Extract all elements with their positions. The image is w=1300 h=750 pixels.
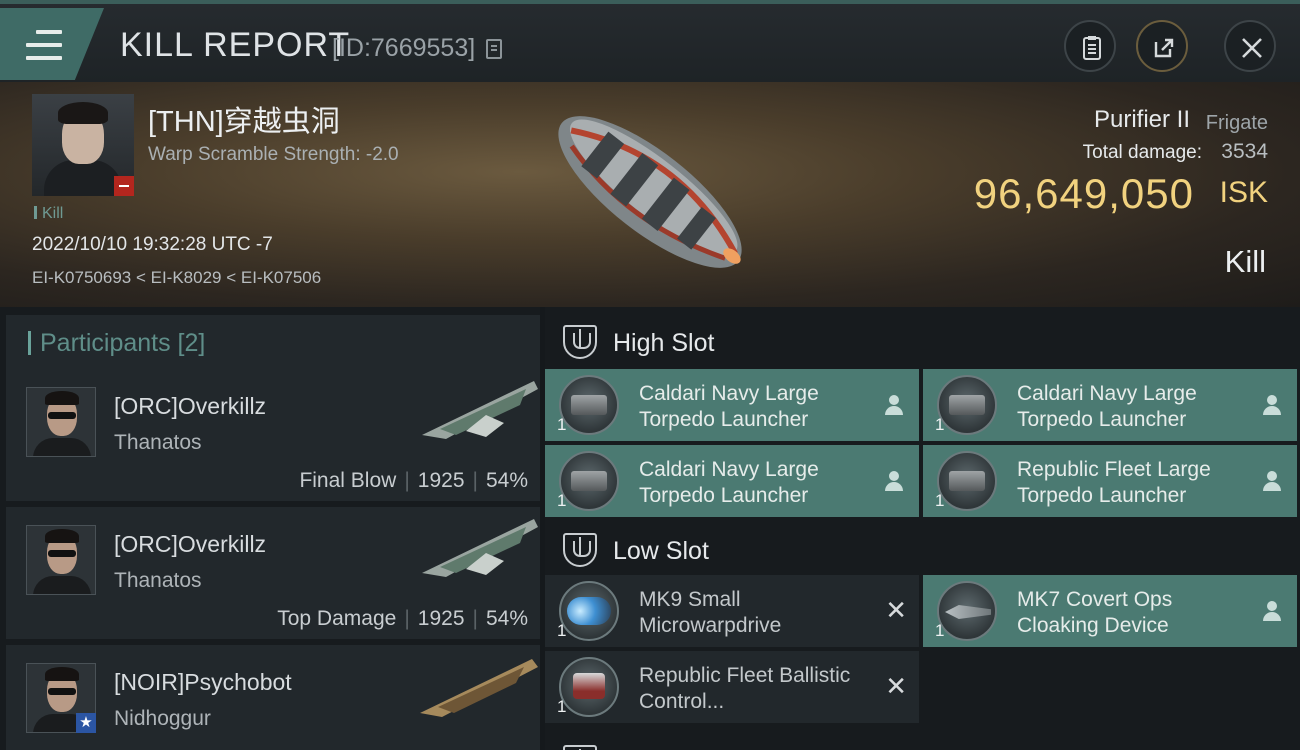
module-name: Caldari Navy Large Torpedo Launcher	[1017, 382, 1197, 431]
module-quantity: 1	[935, 415, 945, 434]
low-slot-header: Low Slot	[545, 519, 1300, 579]
kill-result: Kill	[1224, 244, 1266, 279]
share-button[interactable]	[1136, 20, 1188, 72]
module-quantity: 1	[935, 491, 945, 510]
participant-role: Final Blow	[299, 469, 397, 492]
participant-ship-image	[422, 519, 538, 577]
avatar[interactable]	[26, 525, 96, 595]
participant-name[interactable]: [NOIR]Psychobot	[114, 669, 292, 696]
close-button[interactable]	[1224, 20, 1276, 72]
star-badge-icon: ★	[76, 713, 96, 733]
participant-stats: Final Blow | 1925 | 54%	[299, 469, 528, 492]
participant-ship-image	[420, 659, 538, 717]
module-item[interactable]: 1 Republic Fleet Ballistic Control... ✕	[545, 651, 919, 723]
torpedo-launcher-icon	[559, 375, 619, 435]
high-slot-icon	[563, 325, 597, 359]
participant-row[interactable]: [ORC]Overkillz Thanatos Top Damage | 1925 |…	[6, 507, 540, 639]
module-item[interactable]: 1 Caldari Navy Large Torpedo Launcher	[545, 369, 919, 441]
isk-unit: ISK	[1219, 176, 1268, 209]
hostile-badge-icon	[114, 176, 134, 196]
module-item[interactable]: 1 Caldari Navy Large Torpedo Launcher	[545, 445, 919, 517]
torpedo-launcher-icon	[559, 451, 619, 511]
destroyed-icon: ✕	[885, 671, 907, 701]
module-item[interactable]: 1 MK7 Covert Ops Cloaking Device	[923, 575, 1297, 647]
total-damage-label: Total damage:	[1082, 142, 1202, 163]
victim-name[interactable]: [THN]穿越虫洞	[148, 98, 340, 140]
header-bar: KILL REPORT [ID:7669553]	[0, 0, 1300, 82]
report-id: [ID:7669553]	[332, 34, 476, 62]
module-name: MK7 Covert Ops Cloaking Device	[1017, 588, 1173, 637]
victim-banner: [THN]穿越虫洞 Warp Scramble Strength: -2.0 K…	[0, 82, 1300, 307]
module-name: Republic Fleet Ballistic Control...	[639, 664, 851, 713]
system-path: EI-K0750693 < EI-K8029 < EI-K07506	[32, 268, 322, 287]
module-quantity: 1	[935, 621, 945, 640]
isk-value: 96,649,050	[973, 170, 1194, 217]
menu-button[interactable]	[0, 8, 104, 80]
pilot-icon	[1263, 471, 1281, 491]
participant-row[interactable]: ★ [NOIR]Psychobot Nidhoggur	[6, 645, 540, 750]
module-item[interactable]: 1 Caldari Navy Large Torpedo Launcher	[923, 369, 1297, 441]
pilot-icon	[885, 471, 903, 491]
low-slot-icon	[563, 533, 597, 567]
high-slot-title: High Slot	[613, 329, 715, 357]
participant-role: Top Damage	[277, 607, 397, 630]
fitting-panel: High Slot 1 Caldari Navy Large Torpedo L…	[545, 307, 1300, 750]
copy-icon[interactable]	[486, 39, 502, 59]
total-damage-value: 3534	[1221, 140, 1268, 163]
clipboard-button[interactable]	[1064, 20, 1116, 72]
pilot-icon	[885, 395, 903, 415]
participant-damage: 1925	[417, 607, 465, 630]
pilot-icon	[1263, 601, 1281, 621]
participant-percent: 54%	[485, 607, 528, 630]
participant-percent: 54%	[485, 469, 528, 492]
kill-datetime: 2022/10/10 19:32:28 UTC -7	[32, 234, 273, 255]
module-item[interactable]: 1 Republic Fleet Large Torpedo Launcher	[923, 445, 1297, 517]
share-icon	[1154, 38, 1174, 58]
module-name: Caldari Navy Large Torpedo Launcher	[639, 382, 819, 431]
hamburger-icon[interactable]	[26, 30, 62, 60]
victim-ship-class: Frigate	[1205, 112, 1268, 134]
victim-ship-name[interactable]: Purifier II	[1094, 106, 1190, 134]
destroyed-icon: ✕	[885, 595, 907, 625]
participant-name[interactable]: [ORC]Overkillz	[114, 531, 266, 558]
participants-header: Participants [2]	[6, 315, 540, 371]
mid-slot-icon	[563, 745, 597, 750]
module-quantity: 1	[557, 697, 567, 716]
torpedo-launcher-icon	[937, 375, 997, 435]
participant-ship: Nidhoggur	[114, 707, 211, 730]
module-quantity: 1	[557, 621, 567, 640]
participants-panel: Participants [2] [ORC]Overkillz Thanatos…	[0, 307, 540, 750]
close-icon	[1242, 38, 1262, 58]
kill-tag: Kill	[34, 205, 63, 223]
torpedo-launcher-icon	[937, 451, 997, 511]
module-item[interactable]: 1 MK9 Small Microwarpdrive ✕	[545, 575, 919, 647]
participant-ship-image	[422, 381, 538, 439]
module-name: Republic Fleet Large Torpedo Launcher	[1017, 458, 1211, 507]
mid-slot-header	[545, 731, 1300, 750]
participant-damage: 1925	[417, 469, 465, 492]
pilot-icon	[1263, 395, 1281, 415]
page-title: KILL REPORT	[120, 26, 351, 64]
module-name: MK9 Small Microwarpdrive	[639, 588, 782, 637]
participant-row[interactable]: [ORC]Overkillz Thanatos Final Blow | 1925 |…	[6, 369, 540, 501]
avatar[interactable]	[26, 387, 96, 457]
participant-stats: Top Damage | 1925 | 54%	[277, 607, 528, 630]
victim-ship-image[interactable]	[530, 92, 770, 292]
low-slot-title: Low Slot	[613, 537, 709, 565]
module-name: Caldari Navy Large Torpedo Launcher	[639, 458, 819, 507]
warp-scramble-strength: Warp Scramble Strength: -2.0	[148, 144, 399, 165]
clipboard-icon	[1083, 36, 1101, 60]
microwarpdrive-icon	[559, 581, 619, 641]
module-quantity: 1	[557, 491, 567, 510]
module-quantity: 1	[557, 415, 567, 434]
participant-ship: Thanatos	[114, 431, 202, 454]
participant-ship: Thanatos	[114, 569, 202, 592]
high-slot-header: High Slot	[545, 311, 1300, 371]
participant-name[interactable]: [ORC]Overkillz	[114, 393, 266, 420]
ballistic-control-icon	[559, 657, 619, 717]
participants-title: Participants [2]	[40, 329, 206, 357]
cloaking-device-icon	[937, 581, 997, 641]
